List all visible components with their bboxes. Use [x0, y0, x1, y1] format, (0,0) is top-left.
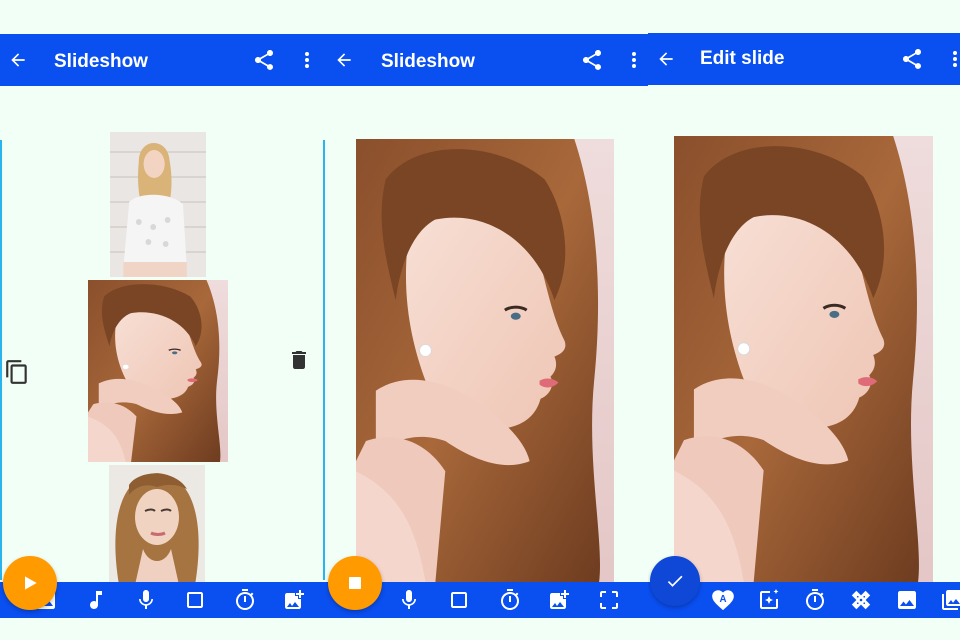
- slide-edit-image: [674, 136, 933, 582]
- crop-free-icon: [600, 591, 618, 609]
- music-note-icon: [90, 591, 102, 609]
- microphone-icon: [139, 590, 153, 609]
- more-options-button[interactable]: [297, 46, 317, 74]
- timer-icon: [236, 589, 254, 610]
- back-button[interactable]: [330, 46, 358, 74]
- more-options-button[interactable]: [945, 45, 960, 73]
- share-icon: [255, 50, 273, 70]
- slide-thumbnail-selected[interactable]: [88, 280, 228, 462]
- transition-icon: [851, 590, 871, 610]
- slide-photo: [88, 280, 228, 462]
- confirm-edit-button[interactable]: [650, 556, 700, 606]
- toolbar-music-button[interactable]: [82, 586, 110, 614]
- text-heart-icon: A: [712, 590, 734, 611]
- slide-photo: [109, 465, 205, 585]
- slide-thumbnail[interactable]: [109, 465, 205, 585]
- photo-library-icon: [942, 590, 960, 610]
- add-photo-icon: [285, 590, 304, 609]
- left-border: [0, 140, 2, 580]
- timer-icon: [806, 589, 824, 610]
- toolbar-frame-button[interactable]: [181, 586, 209, 614]
- delete-slide-button[interactable]: [285, 345, 313, 375]
- slide-thumbnail[interactable]: [110, 132, 206, 277]
- share-button[interactable]: [250, 46, 278, 74]
- slideshow-preview-screen: Slideshow: [326, 0, 648, 640]
- stop-icon: [349, 577, 361, 589]
- app-bar: Slideshow: [0, 34, 326, 86]
- arrow-left-icon: [659, 52, 673, 66]
- crop-square-icon: [451, 592, 467, 608]
- crop-square-icon: [187, 592, 203, 608]
- arrow-left-icon: [337, 53, 351, 67]
- toolbar-timer-button[interactable]: [496, 586, 524, 614]
- slide-photo: [356, 139, 614, 582]
- more-vert-icon: [632, 52, 636, 68]
- toolbar-timer-button[interactable]: [801, 586, 829, 614]
- delete-icon: [292, 351, 306, 369]
- page-title: Slideshow: [381, 51, 475, 72]
- app-bar: Edit slide: [648, 33, 960, 85]
- share-button[interactable]: [578, 46, 606, 74]
- more-vert-icon: [953, 51, 957, 67]
- toolbar-image-button[interactable]: [893, 586, 921, 614]
- duplicate-slide-button[interactable]: [3, 357, 31, 387]
- more-vert-icon: [305, 52, 309, 68]
- slideshow-list-screen: Slideshow: [0, 0, 326, 640]
- sparkle-image-icon: [760, 589, 779, 609]
- toolbar-record-button[interactable]: [132, 586, 160, 614]
- toolbar-add-photo-button[interactable]: [280, 586, 308, 614]
- add-photo-icon: [550, 590, 569, 609]
- toolbar-frame-button[interactable]: [445, 586, 473, 614]
- share-icon: [903, 49, 921, 69]
- image-icon: [898, 591, 916, 609]
- toolbar-fullscreen-button[interactable]: [595, 586, 623, 614]
- timer-icon: [501, 589, 519, 610]
- toolbar-transition-button[interactable]: [847, 586, 875, 614]
- slide-preview-image: [356, 139, 614, 582]
- share-button[interactable]: [898, 45, 926, 73]
- right-border: [323, 140, 325, 580]
- arrow-left-icon: [11, 53, 25, 67]
- play-icon: [25, 576, 37, 590]
- toolbar-timer-button[interactable]: [231, 586, 259, 614]
- slide-photo: [674, 136, 933, 582]
- edit-slide-screen: Edit slide A: [648, 0, 960, 640]
- check-icon: [667, 575, 683, 587]
- stop-slideshow-button[interactable]: [328, 556, 382, 610]
- copy-icon: [6, 360, 27, 384]
- toolbar-effects-button[interactable]: [755, 586, 783, 614]
- page-title: Slideshow: [54, 51, 148, 72]
- toolbar-add-photo-button[interactable]: [545, 586, 573, 614]
- back-button[interactable]: [652, 45, 680, 73]
- back-button[interactable]: [4, 46, 32, 74]
- slide-photo: [110, 132, 206, 277]
- more-options-button[interactable]: [624, 46, 644, 74]
- microphone-icon: [402, 590, 416, 609]
- app-bar: Slideshow: [326, 34, 648, 86]
- toolbar-text-button[interactable]: A: [709, 586, 737, 614]
- toolbar-record-button[interactable]: [395, 586, 423, 614]
- toolbar-gallery-button[interactable]: [938, 586, 960, 614]
- page-title: Edit slide: [700, 48, 785, 69]
- share-icon: [583, 50, 601, 70]
- svg-text:A: A: [719, 594, 726, 605]
- play-slideshow-button[interactable]: [3, 556, 57, 610]
